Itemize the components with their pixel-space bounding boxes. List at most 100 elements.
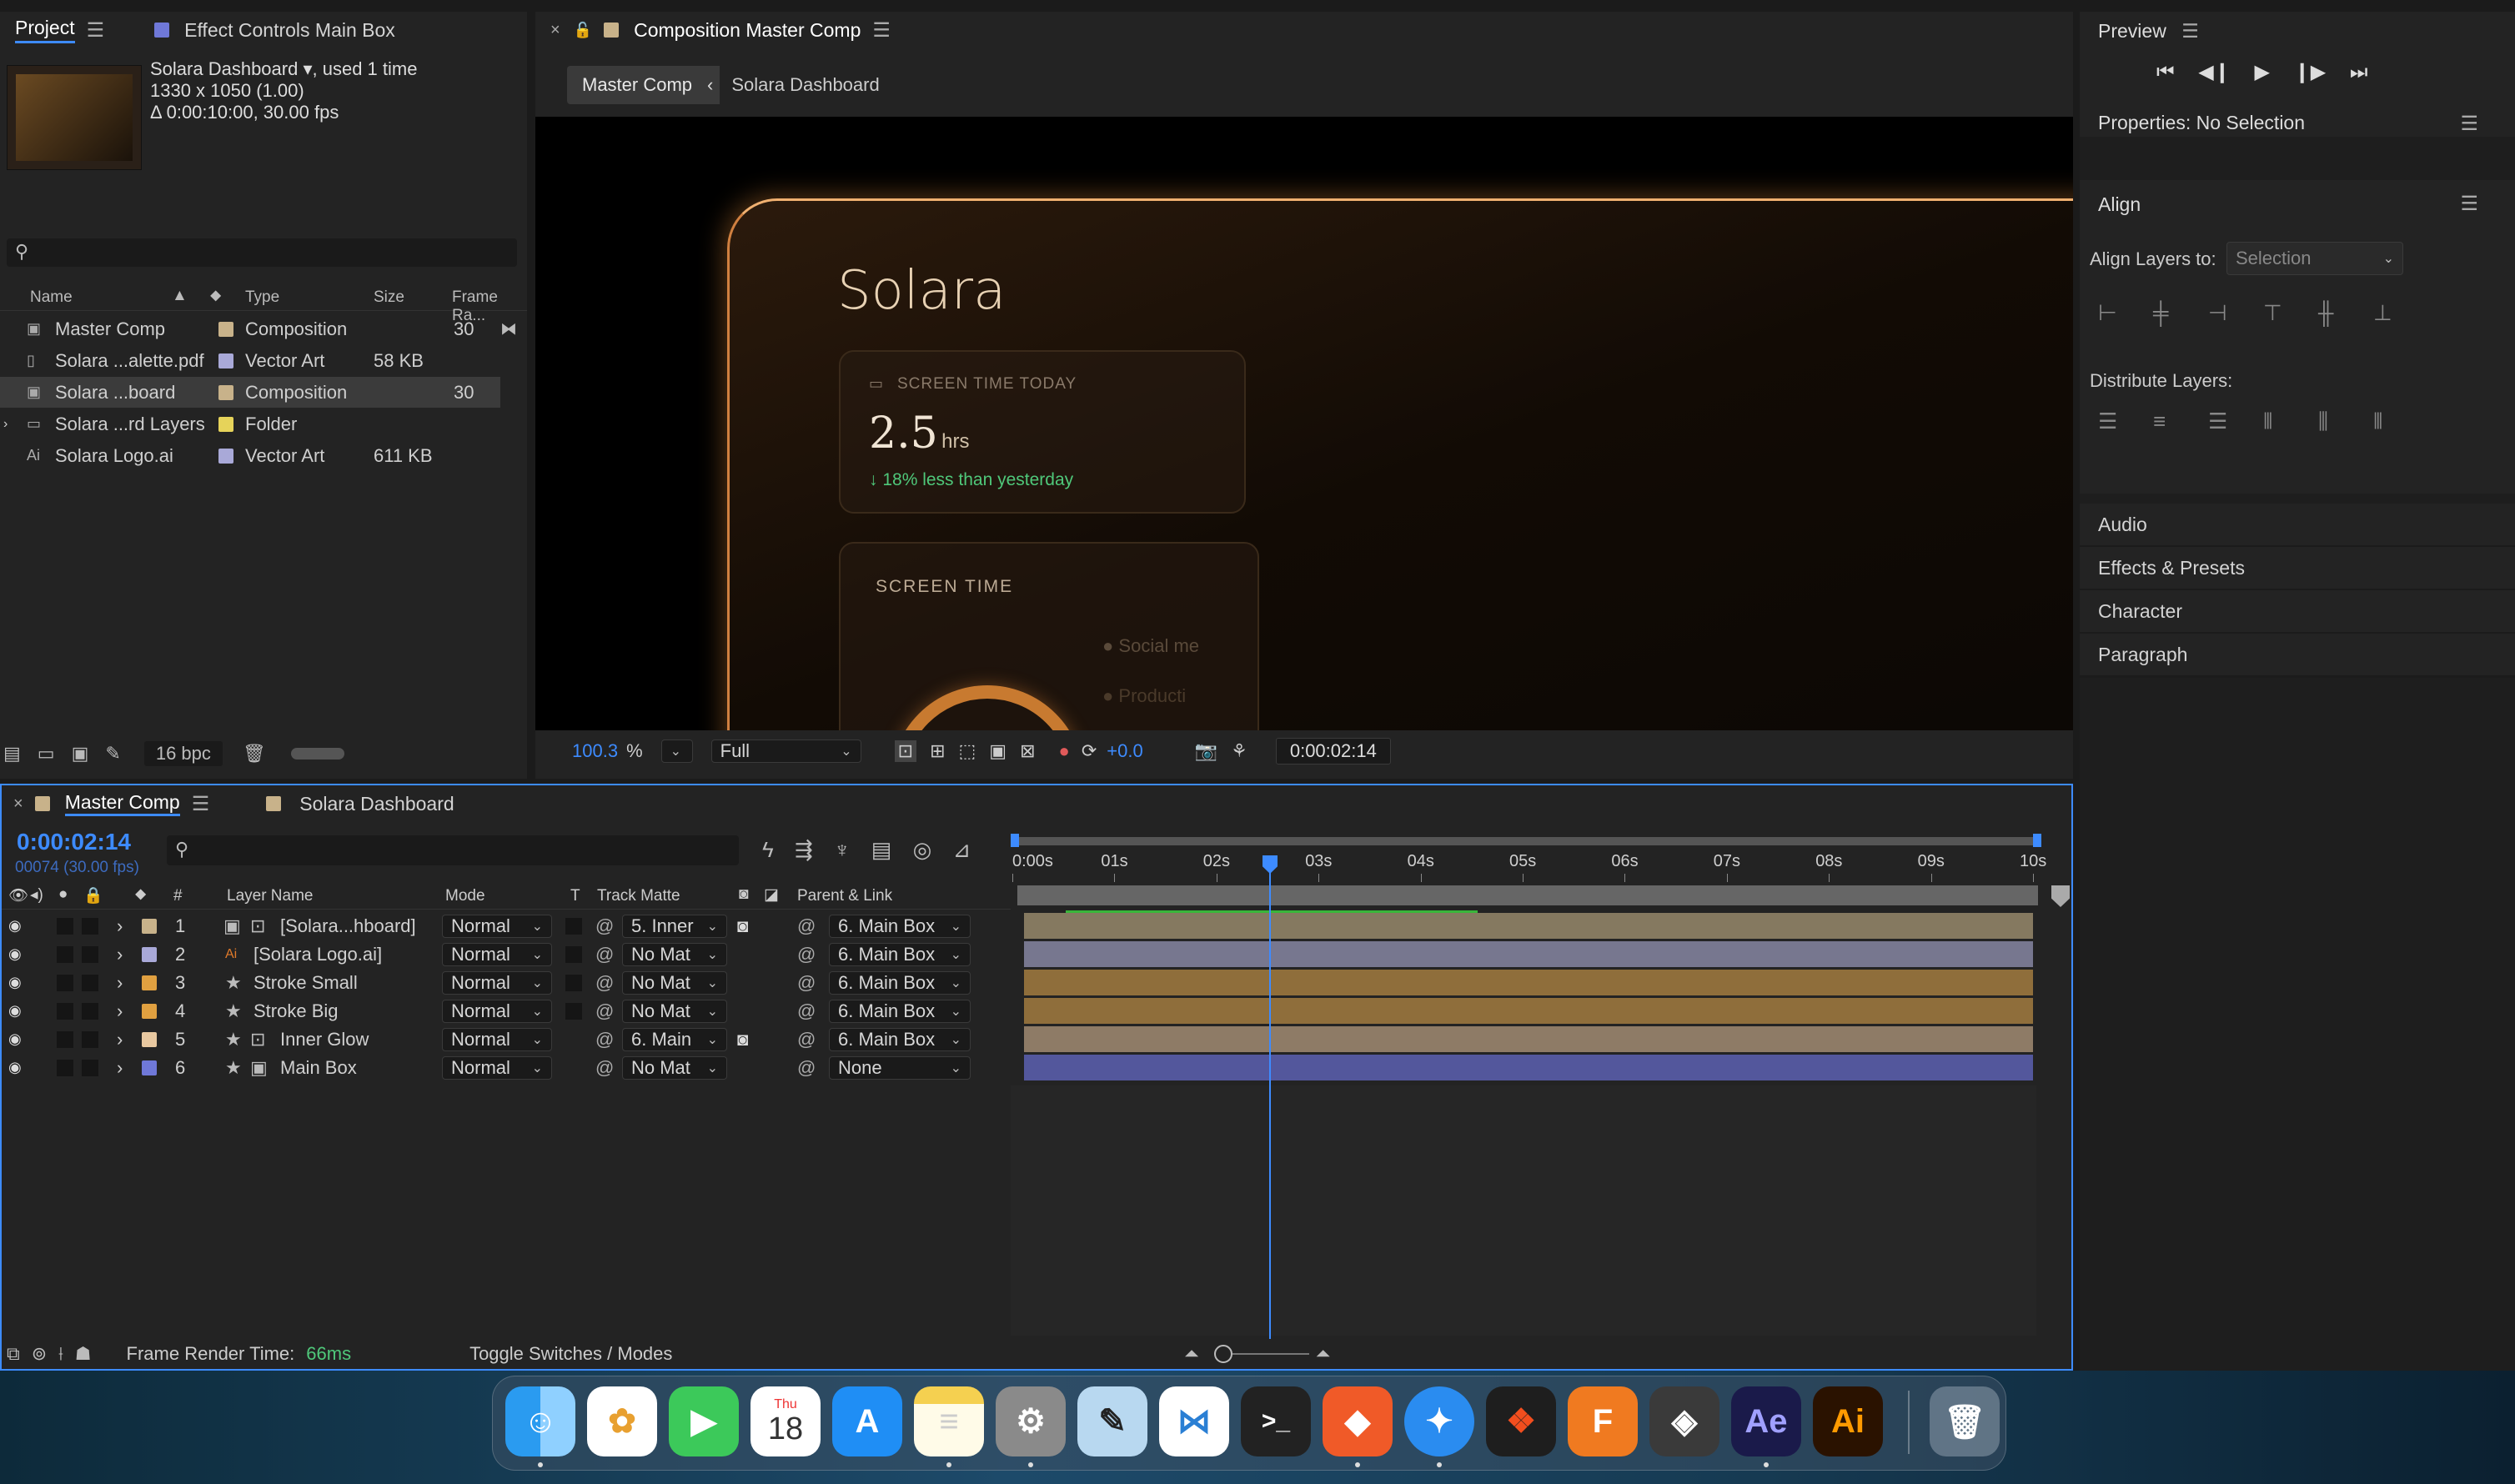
preserve-transparency-toggle[interactable] [565, 917, 582, 935]
parent-dropdown[interactable]: 6. Main Box ⌄ [829, 942, 971, 966]
new-folder-icon[interactable]: ▭ [38, 743, 55, 765]
visibility-eye-icon[interactable]: ◉ [8, 1002, 22, 1020]
pickwhip-icon[interactable]: @ [595, 972, 614, 994]
pickwhip-icon[interactable]: @ [595, 1057, 614, 1079]
figma-icon[interactable]: ❖ [1486, 1386, 1556, 1456]
notes-icon[interactable]: ≡ [914, 1386, 984, 1456]
close-icon[interactable]: × [13, 795, 23, 814]
panel-menu-icon[interactable]: ☰ [2460, 192, 2478, 216]
timeline-timecode[interactable]: 0:00:02:14 [17, 829, 131, 855]
layer-duration-bar[interactable] [1024, 913, 2033, 939]
playhead-handle[interactable] [1263, 855, 1278, 874]
lock-toggle[interactable] [82, 945, 98, 963]
tab-master-comp[interactable]: Master Comp [64, 791, 180, 816]
breadcrumb-master-comp[interactable]: Master Comp [567, 66, 708, 104]
project-item[interactable]: › ▭ Solara ...rd Layers Folder [0, 409, 500, 439]
layer-name[interactable]: Stroke Big [254, 1000, 339, 1022]
lock-toggle[interactable] [82, 917, 98, 935]
trash-icon[interactable]: 🗑 [1930, 1386, 2000, 1456]
work-area-bar[interactable] [1017, 885, 2038, 905]
layer-label-swatch[interactable] [142, 946, 157, 962]
interpret-footage-icon[interactable]: ▤ [3, 743, 21, 765]
expand-chevron-icon[interactable]: › [3, 417, 8, 432]
comp-end-marker[interactable] [2051, 885, 2070, 907]
exposure-value[interactable]: +0.0 [1107, 740, 1142, 762]
layer-row[interactable]: ◉ › 4 ★ Stroke Big Normal ⌄ @ No Mat ⌄ @6. Main Bo… [2, 997, 1007, 1025]
graph-editor-icon[interactable]: ⊿ [953, 837, 971, 862]
expand-chevron-icon[interactable]: › [117, 1029, 123, 1050]
layer-name[interactable]: [Solara...hboard] [280, 915, 416, 937]
parent-pickwhip-icon[interactable]: @ [797, 1029, 816, 1050]
align-top-icon[interactable]: ⊤ [2263, 300, 2287, 325]
work-area-end[interactable] [2033, 834, 2041, 847]
breadcrumb-solara-dashboard[interactable]: Solara Dashboard [731, 74, 879, 96]
layer-switches-icon[interactable]: ⧉ [7, 1343, 20, 1365]
close-icon[interactable]: × [550, 21, 560, 40]
lock-toggle[interactable] [82, 1030, 98, 1048]
photos-icon[interactable]: ✿ [587, 1386, 657, 1456]
trash-icon[interactable]: 🗑 [243, 743, 266, 765]
parent-dropdown[interactable]: None ⌄ [829, 1055, 971, 1080]
solo-toggle[interactable] [57, 1002, 73, 1020]
facetime-icon[interactable]: ▶ [669, 1386, 739, 1456]
zoom-out-icon[interactable]: ⏶ [1184, 1343, 1199, 1365]
finder-icon[interactable]: ☺ [505, 1386, 575, 1456]
distribute-vcenter-icon[interactable]: ≡ [2153, 409, 2176, 434]
preserve-transparency-toggle[interactable] [565, 1002, 582, 1020]
layer-row[interactable]: ◉ › 3 ★ Stroke Small Normal ⌄ @ No Mat ⌄ @6. Main … [2, 969, 1007, 996]
parent-pickwhip-icon[interactable]: @ [797, 972, 816, 994]
mode-dropdown[interactable]: Normal ⌄ [442, 1055, 552, 1080]
layer-name[interactable]: Stroke Small [254, 972, 358, 994]
viewer-timecode[interactable]: 0:00:02:14 [1275, 738, 1391, 765]
layer-duration-bar[interactable] [1024, 941, 2033, 967]
lock-toggle[interactable] [82, 974, 98, 991]
tab-solara-dashboard[interactable]: Solara Dashboard [299, 793, 454, 815]
layer-name[interactable]: Main Box [280, 1057, 357, 1079]
visibility-eye-icon[interactable]: ◉ [8, 1059, 22, 1076]
time-navigator[interactable] [1014, 837, 2040, 845]
next-frame-icon[interactable]: ❙▶ [2294, 61, 2327, 83]
resolution-dropdown[interactable]: Full ⌄ [710, 739, 861, 763]
track-matte-dropdown[interactable]: No Mat ⌄ [622, 1055, 727, 1080]
expand-chevron-icon[interactable]: › [117, 944, 123, 965]
layer-row[interactable]: ◉ › 6 ★ ▣ Main Box Normal ⌄ @ No Mat ⌄ @ None ⌄ [2, 1054, 1007, 1081]
snapshot-icon[interactable]: 📷 [1195, 740, 1217, 762]
transparency-grid-icon[interactable]: ⊞ [930, 740, 945, 762]
preserve-transparency-toggle[interactable] [565, 974, 582, 991]
matte-alpha-icon[interactable]: ◙ [737, 915, 748, 937]
panel-section-effects-presets[interactable]: Effects & Presets [2080, 547, 2515, 591]
motion-blur-icon[interactable]: ▤ [871, 837, 892, 862]
mode-dropdown[interactable]: Normal ⌄ [442, 942, 552, 966]
layer-label-swatch[interactable] [142, 1060, 157, 1075]
distribute-top-icon[interactable]: ☰ [2098, 409, 2121, 434]
layer-label-swatch[interactable] [142, 975, 157, 990]
zoom-value[interactable]: 100.3 [572, 740, 618, 762]
system-settings-icon[interactable]: ⚙ [996, 1386, 1066, 1456]
preview-name[interactable]: Solara Dashboard ▾ [150, 58, 313, 79]
zoom-dropdown[interactable]: ⌄ [660, 739, 693, 763]
parent-dropdown[interactable]: 6. Main Box ⌄ [829, 914, 971, 938]
mask-visibility-icon[interactable]: ⬚ [959, 740, 976, 762]
work-area-start[interactable] [1011, 834, 1019, 847]
region-of-interest-icon[interactable]: ▣ [989, 740, 1007, 762]
panel-menu-icon[interactable]: ☰ [2460, 112, 2478, 136]
track-matte-dropdown[interactable]: No Mat ⌄ [622, 999, 727, 1023]
layer-row[interactable]: ◉ › 5 ★ ⊡ Inner Glow Normal ⌄ @6. Main ⌄ ◙ @6. Main… [2, 1025, 1007, 1053]
layer-name[interactable]: [Solara Logo.ai] [254, 944, 382, 965]
illustrator-icon[interactable]: Ai [1813, 1386, 1883, 1456]
layer-duration-bar[interactable] [1024, 1026, 2033, 1052]
mode-dropdown[interactable]: Normal ⌄ [442, 1027, 552, 1051]
bpc-button[interactable]: 16 bpc [143, 741, 223, 766]
track-matte-dropdown[interactable]: 5. Inner ⌄ [622, 914, 727, 938]
lock-icon[interactable]: 🔓 [574, 22, 592, 39]
align-left-icon[interactable]: ⊢ [2098, 300, 2121, 325]
matte-alpha-icon[interactable]: ◙ [737, 1029, 748, 1050]
lock-toggle[interactable] [82, 1002, 98, 1020]
grid-guides-icon[interactable]: ⊠ [1020, 740, 1035, 762]
flowchart-icon[interactable]: ⧓ [500, 318, 517, 339]
distribute-right-icon[interactable]: ⦀ [2373, 409, 2397, 434]
pickwhip-icon[interactable]: @ [595, 1029, 614, 1050]
col-type[interactable]: Type [245, 288, 279, 307]
app-store-icon[interactable]: A [832, 1386, 902, 1456]
transfer-controls-icon[interactable]: ⊚ [32, 1343, 47, 1365]
